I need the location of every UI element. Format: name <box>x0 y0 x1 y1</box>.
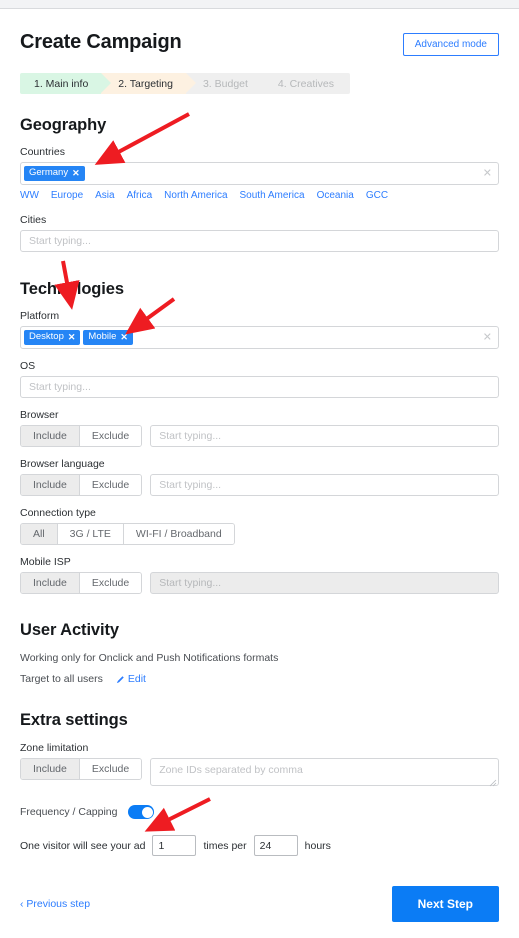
step-budget[interactable]: 3. Budget <box>185 73 271 94</box>
platform-chip-label: Mobile <box>88 331 117 343</box>
remove-chip-icon[interactable]: ✕ <box>68 332 76 342</box>
countries-input[interactable]: Germany ✕ ✕ <box>20 162 499 185</box>
region-link-asia[interactable]: Asia <box>95 190 114 201</box>
os-input[interactable] <box>20 376 499 398</box>
platform-chip-mobile[interactable]: Mobile ✕ <box>83 330 133 345</box>
connection-option-all[interactable]: All <box>21 524 58 544</box>
extra-settings-section-title: Extra settings <box>20 711 128 729</box>
frequency-suffix-text: hours <box>304 839 331 852</box>
step-main-info[interactable]: 1. Main info <box>20 73 112 94</box>
frequency-middle-text: times per <box>203 839 247 852</box>
browser-chrome-strip <box>0 0 519 9</box>
countries-label: Countries <box>20 146 65 158</box>
advanced-mode-button[interactable]: Advanced mode <box>402 33 499 56</box>
clear-platform-icon[interactable]: ✕ <box>483 332 492 343</box>
next-step-button[interactable]: Next Step <box>391 886 499 922</box>
frequency-capping-toggle[interactable] <box>128 805 155 819</box>
browser-include-button[interactable]: Include <box>21 426 80 446</box>
region-link-africa[interactable]: Africa <box>127 190 153 201</box>
frequency-capping-label: Frequency / Capping <box>20 806 118 818</box>
browser-include-exclude-toggle[interactable]: Include Exclude <box>20 425 143 447</box>
frequency-times-input[interactable] <box>152 835 197 856</box>
toggle-knob <box>141 806 153 818</box>
connection-type-label: Connection type <box>20 507 96 519</box>
zone-include-exclude-toggle[interactable]: Include Exclude <box>20 758 143 780</box>
user-activity-target-text: Target to all users <box>20 673 103 685</box>
browser-language-include-exclude-toggle[interactable]: Include Exclude <box>20 474 143 496</box>
region-link-ww[interactable]: WW <box>20 190 39 201</box>
mobile-isp-include-button[interactable]: Include <box>21 573 80 593</box>
region-link-north-america[interactable]: North America <box>164 190 227 201</box>
mobile-isp-include-exclude-toggle[interactable]: Include Exclude <box>20 572 143 594</box>
form-footer: ‹ Previous step Next Step <box>20 886 499 938</box>
zone-limitation-label: Zone limitation <box>20 742 89 754</box>
mobile-isp-input <box>150 572 499 594</box>
page-header: Create Campaign Advanced mode <box>20 9 499 56</box>
browser-exclude-button[interactable]: Exclude <box>79 426 142 446</box>
platform-chip-desktop[interactable]: Desktop ✕ <box>24 330 81 345</box>
zone-include-button[interactable]: Include <box>21 759 80 779</box>
region-link-gcc[interactable]: GCC <box>366 190 388 201</box>
mobile-isp-exclude-button[interactable]: Exclude <box>79 573 142 593</box>
region-link-south-america[interactable]: South America <box>240 190 305 201</box>
remove-chip-icon[interactable]: ✕ <box>120 332 128 342</box>
technologies-section-title: Technologies <box>20 280 124 298</box>
browser-language-input[interactable] <box>150 474 499 496</box>
remove-chip-icon[interactable]: ✕ <box>72 168 80 178</box>
region-link-oceania[interactable]: Oceania <box>317 190 354 201</box>
region-link-europe[interactable]: Europe <box>51 190 83 201</box>
country-chip-germany[interactable]: Germany ✕ <box>24 166 85 181</box>
user-activity-edit-link[interactable]: Edit <box>116 673 146 685</box>
previous-step-link[interactable]: ‹ Previous step <box>20 898 90 910</box>
mobile-isp-label: Mobile ISP <box>20 556 71 568</box>
user-activity-note: Working only for Onclick and Push Notifi… <box>20 652 279 664</box>
connection-option-wifi-broadband[interactable]: WI-FI / Broadband <box>123 524 234 544</box>
browser-label: Browser <box>20 409 59 421</box>
region-shortcut-links: WW Europe Asia Africa North America Sout… <box>20 190 499 201</box>
browser-language-include-button[interactable]: Include <box>21 475 80 495</box>
connection-type-toggle[interactable]: All 3G / LTE WI-FI / Broadband <box>20 523 235 545</box>
cities-input[interactable] <box>20 230 499 252</box>
country-chip-label: Germany <box>29 167 69 179</box>
browser-language-label: Browser language <box>20 458 105 470</box>
zone-ids-textarea[interactable] <box>150 758 499 786</box>
cities-label: Cities <box>20 214 47 226</box>
frequency-hours-input[interactable] <box>253 835 298 856</box>
frequency-prefix-text: One visitor will see your ad <box>20 839 146 852</box>
step-targeting[interactable]: 2. Targeting <box>101 73 196 94</box>
connection-option-3g-lte[interactable]: 3G / LTE <box>57 524 124 544</box>
geography-section-title: Geography <box>20 116 107 134</box>
zone-exclude-button[interactable]: Exclude <box>79 759 142 779</box>
edit-link-label: Edit <box>127 673 146 685</box>
step-progress-bar: 1. Main info 2. Targeting 3. Budget 4. C… <box>20 73 499 94</box>
platform-label: Platform <box>20 310 60 322</box>
page-title: Create Campaign <box>20 31 182 53</box>
user-activity-section-title: User Activity <box>20 621 119 639</box>
clear-countries-icon[interactable]: ✕ <box>483 168 492 179</box>
campaign-form-page: Create Campaign Advanced mode 1. Main in… <box>0 9 519 938</box>
os-label: OS <box>20 360 36 372</box>
browser-language-exclude-button[interactable]: Exclude <box>79 475 142 495</box>
platform-input[interactable]: Desktop ✕ Mobile ✕ ✕ <box>20 326 499 349</box>
step-creatives[interactable]: 4. Creatives <box>260 73 350 94</box>
pencil-icon <box>116 675 124 683</box>
platform-chip-label: Desktop <box>29 331 64 343</box>
browser-input[interactable] <box>150 425 499 447</box>
